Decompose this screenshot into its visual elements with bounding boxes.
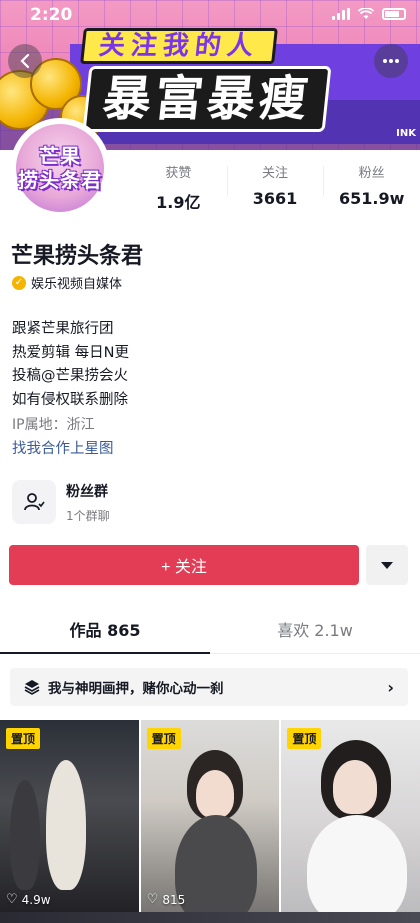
group-chat-icon (12, 480, 56, 524)
likes-count: ♡ 4.9w (6, 892, 51, 907)
caret-down-icon (381, 561, 393, 569)
bottom-strip (0, 912, 420, 923)
avatar-text-line2: 捞头条君 (18, 168, 102, 192)
pinned-badge: 置顶 (6, 728, 41, 749)
bio: 跟紧芒果旅行团 热爱剪辑 每日N更 投稿@芒果捞会火 如有侵权联系删除 (12, 318, 129, 412)
more-dots-icon (383, 59, 399, 63)
battery-icon (382, 8, 406, 20)
avatar[interactable]: 芒果 捞头条君 (10, 118, 110, 218)
layers-icon (24, 680, 40, 695)
wifi-icon (358, 8, 374, 19)
collection-title: 我与神明画押，赌你心动一刹 (48, 681, 224, 697)
follow-button[interactable]: + 关注 (9, 545, 359, 585)
status-bar: 2:20 (0, 0, 420, 30)
pinned-badge: 置顶 (287, 728, 322, 749)
bio-line: 跟紧芒果旅行团 (12, 321, 114, 337)
stat-label: 获赞 (165, 166, 192, 181)
video-thumbnail[interactable]: 置顶 ♡ 4.9w (0, 720, 139, 923)
more-button[interactable] (374, 44, 408, 78)
collection-bar[interactable]: 我与神明画押，赌你心动一刹 › (10, 668, 408, 706)
verification-label[interactable]: ✓ 娱乐视频自媒体 (12, 273, 122, 292)
avatar-text-line1: 芒果 (39, 144, 81, 168)
banner-title-line2: 暴富暴瘦 (82, 66, 332, 132)
bio-line: 如有侵权联系删除 (12, 391, 128, 408)
tab-likes[interactable]: 喜欢 2.1w (210, 610, 420, 653)
back-button[interactable] (8, 44, 42, 78)
stat-value: 651.9w (338, 189, 405, 208)
recommend-dropdown-button[interactable] (366, 545, 408, 585)
stat-following[interactable]: 关注 3661 (226, 162, 324, 213)
thumbnail-figure (46, 760, 86, 890)
ip-location: IP属地：浙江 (12, 417, 95, 433)
likes-count: ♡ 815 (147, 892, 186, 907)
nickname: 芒果捞头条君 (11, 244, 144, 269)
stat-likes[interactable]: 获赞 1.9亿 (130, 162, 227, 213)
likes-value: 4.9w (21, 892, 51, 907)
fans-group-title: 粉丝群 (66, 483, 108, 500)
status-time: 2:20 (30, 5, 73, 25)
banner-title-line1: 关注我的人 (80, 28, 278, 64)
signal-icon (332, 8, 350, 20)
video-thumbnail[interactable]: 置顶 (281, 720, 420, 923)
stat-followers[interactable]: 粉丝 651.9w (323, 162, 420, 213)
chevron-left-icon (20, 53, 30, 69)
cooperation-link[interactable]: 找我合作上星图 (12, 437, 114, 458)
thumbnail-figure (174, 815, 257, 923)
tab-works[interactable]: 作品 865 (0, 610, 210, 654)
verified-check-icon: ✓ (12, 275, 26, 290)
profile-stats: 获赞 1.9亿 关注 3661 粉丝 651.9w (130, 162, 420, 213)
thumbnail-face (195, 770, 234, 818)
banner-tag: INK (396, 128, 416, 139)
heart-icon: ♡ (6, 892, 18, 907)
avatar-image: 芒果 捞头条君 (16, 124, 104, 212)
thumbnail-figure (307, 815, 408, 923)
thumbnail-face (333, 760, 378, 814)
verification-text: 娱乐视频自媒体 (31, 277, 123, 292)
fans-group[interactable]: 粉丝群 1个群聊 (12, 480, 110, 524)
stat-label: 粉丝 (358, 166, 385, 181)
fans-group-subtitle: 1个群聊 (66, 508, 110, 523)
stat-value: 1.9亿 (156, 193, 201, 212)
pinned-badge: 置顶 (146, 728, 181, 749)
status-icons (332, 8, 406, 20)
bio-line: 投稿@芒果捞会火 (12, 368, 128, 384)
video-thumbnail[interactable]: 置顶 ♡ 815 (140, 720, 280, 923)
video-grid: 置顶 ♡ 4.9w 置顶 ♡ 815 置顶 (0, 720, 420, 923)
chevron-right-icon: › (387, 677, 394, 697)
stat-value: 3661 (252, 189, 298, 208)
thumbnail-figure (10, 780, 40, 890)
bio-line: 热爱剪辑 每日N更 (12, 344, 129, 361)
likes-value: 815 (162, 892, 186, 907)
stat-label: 关注 (262, 166, 289, 181)
heart-icon: ♡ (146, 892, 159, 907)
content-tabs: 作品 865 喜欢 2.1w (0, 610, 420, 654)
